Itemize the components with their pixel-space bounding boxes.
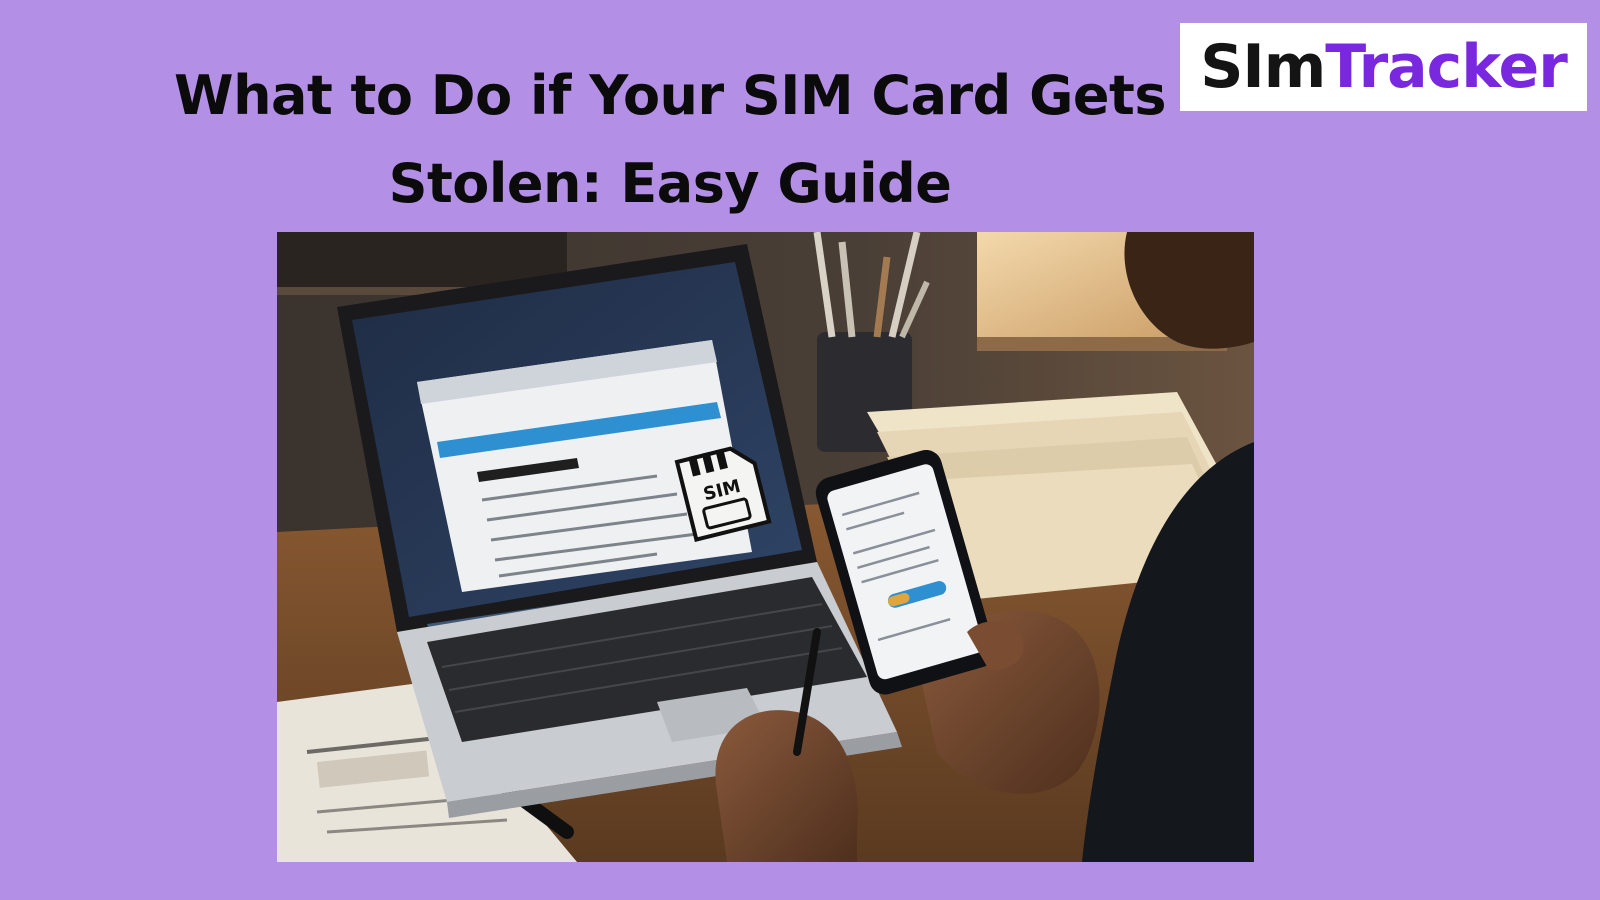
- page-title: What to Do if Your SIM Card Gets Stolen:…: [150, 52, 1190, 228]
- title-line-2: Stolen: Easy Guide: [388, 152, 952, 215]
- hero-illustration: SIM: [277, 232, 1254, 862]
- logo-text-sim: SIm: [1200, 32, 1326, 102]
- title-line-1: What to Do if Your SIM Card Gets: [174, 64, 1167, 127]
- laptop-phone-desk-scene: SIM: [277, 232, 1254, 862]
- logo-text-tracker: Tracker: [1325, 32, 1568, 102]
- simtracker-logo: SIm Tracker: [1180, 23, 1587, 111]
